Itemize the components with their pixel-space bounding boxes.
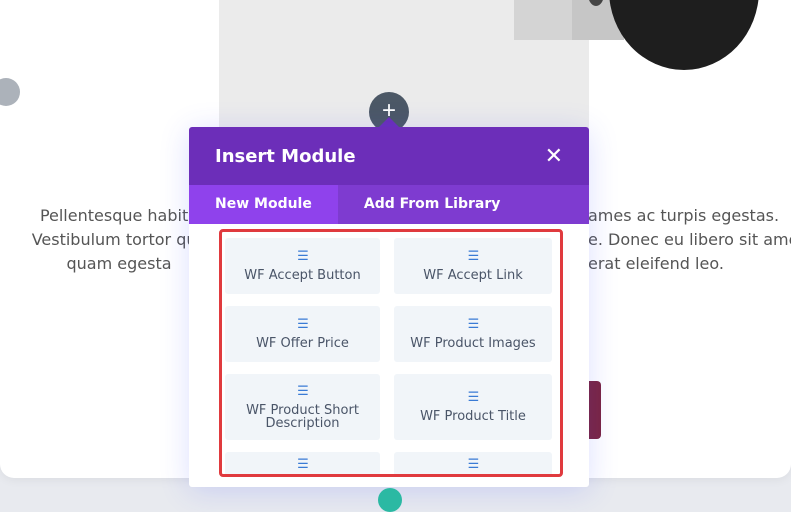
module-wf-product-title[interactable]: ☰ WF Product Title [394,374,552,440]
module-icon: ☰ [467,457,480,472]
module-icon: ☰ [297,317,309,332]
insert-module-modal: Insert Module ✕ New Module Add From Libr… [189,127,589,487]
module-list-highlight: ☰ WF Accept Button ☰ WF Accept Link ☰ WF… [219,229,563,477]
modal-header: Insert Module ✕ [189,127,589,185]
module-icon: ☰ [467,390,480,405]
tab-new-module[interactable]: New Module [189,185,338,224]
module-label: WF Accept Button [244,268,361,283]
vinyl-record-image [609,0,759,70]
module-grid: ☰ WF Accept Button ☰ WF Accept Link ☰ WF… [225,238,555,474]
module-wf-accept-button[interactable]: ☰ WF Accept Button [225,238,380,294]
close-icon[interactable]: ✕ [545,145,563,167]
module-icon: ☰ [297,457,309,472]
module-icon: ☰ [467,249,480,264]
module-icon: ☰ [467,317,480,332]
module-label: WF Product Title [420,409,526,424]
module-icon: ☰ [297,249,309,264]
module-label: WF Accept Link [423,268,523,283]
album-cover-image [514,0,624,40]
add-row-button[interactable] [378,488,402,512]
module-wf-product-images[interactable]: ☰ WF Product Images [394,306,552,362]
modal-title: Insert Module [215,145,356,167]
tab-add-from-library[interactable]: Add From Library [338,185,527,224]
module-partial-left[interactable]: ☰ [225,452,380,474]
module-label: WF Product Images [410,336,536,351]
module-label: WF Product Short Description [246,402,359,431]
side-action-button[interactable] [587,381,601,439]
module-label: WF Offer Price [256,336,349,351]
module-wf-offer-price[interactable]: ☰ WF Offer Price [225,306,380,362]
module-partial-right[interactable]: ☰ [394,452,552,474]
module-wf-product-short-description[interactable]: ☰ WF Product Short Description [225,374,380,440]
module-wf-accept-link[interactable]: ☰ WF Accept Link [394,238,552,294]
left-drag-handle[interactable] [0,78,20,106]
modal-tabs: New Module Add From Library [189,185,589,224]
body-text-right: ames ac turpis egestas. e. Donec eu libe… [588,206,791,273]
module-icon: ☰ [297,383,309,399]
